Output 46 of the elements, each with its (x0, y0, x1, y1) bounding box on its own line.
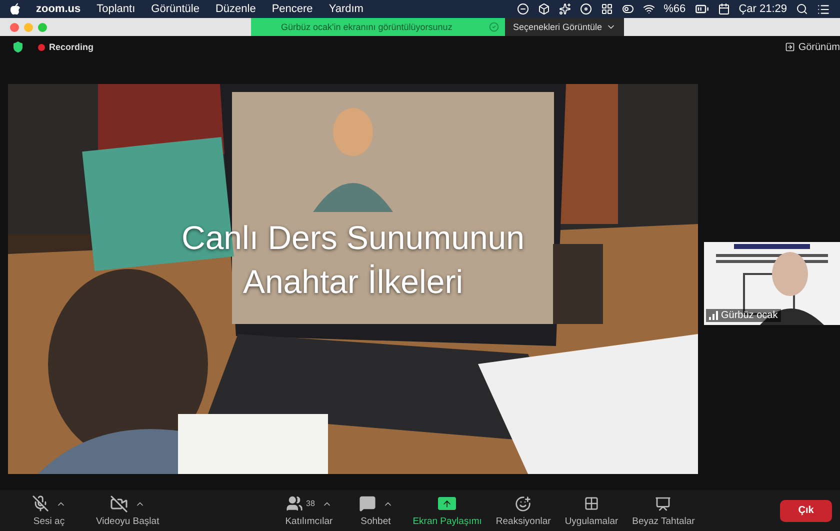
audio-button[interactable]: Sesi aç (28, 494, 70, 526)
apps-button[interactable]: Uygulamalar (560, 494, 622, 526)
status-icon[interactable] (580, 3, 592, 15)
menu-item[interactable]: Pencere (272, 3, 313, 15)
participant-count: 38 (306, 499, 315, 508)
smiley-icon (515, 496, 532, 512)
participant-name: Gürbüz ocak (706, 308, 781, 322)
circle-icon (489, 22, 499, 32)
menu-item[interactable]: Yardım (328, 3, 364, 15)
view-button[interactable]: Görünüm (785, 42, 840, 52)
share-button[interactable]: Ekran Paylaşımı (408, 494, 486, 526)
banner-text: Gürbüz ocak'in ekranını görüntülüyorsunuz (281, 22, 452, 32)
status-icon[interactable] (538, 3, 550, 15)
calendar-icon[interactable] (718, 3, 730, 15)
search-icon[interactable] (796, 3, 808, 15)
view-options-button[interactable]: Seçenekleri Görüntüle (505, 18, 624, 36)
status-icon[interactable] (558, 3, 571, 15)
whiteboard-button[interactable]: Beyaz Tahtalar (628, 494, 699, 526)
video-button[interactable]: Videoyu Başlat (92, 494, 164, 526)
share-screen-icon (438, 497, 456, 510)
status-icon[interactable] (600, 3, 613, 15)
participant-video[interactable]: Gürbüz ocak (704, 242, 840, 324)
menu-icon[interactable] (817, 2, 830, 16)
clock[interactable]: Çar 21:29 (738, 3, 787, 15)
chat-icon (358, 495, 376, 512)
apps-icon (584, 496, 599, 511)
chat-button[interactable]: Sohbet (354, 494, 397, 526)
apple-logo-icon[interactable] (10, 3, 20, 15)
battery-percent: %66 (664, 3, 686, 15)
status-icon[interactable] (622, 3, 634, 15)
reactions-button[interactable]: Reaksiyonlar (492, 494, 555, 526)
menu-item[interactable]: Düzenle (215, 3, 256, 15)
recording-indicator: Recording (38, 42, 94, 52)
status-icon[interactable] (516, 3, 529, 15)
app-menu[interactable]: zoom.us (36, 3, 81, 15)
participants-button[interactable]: 38 Katılımcılar (281, 494, 337, 526)
leave-button[interactable]: Çık (780, 500, 832, 522)
signal-icon (709, 310, 718, 320)
menu-item[interactable]: Toplantı (96, 3, 136, 15)
shield-icon (12, 41, 24, 53)
menu-item[interactable]: Görüntüle (151, 3, 200, 15)
slide-title: Anahtar İlkeleri (242, 262, 464, 302)
people-icon (286, 495, 303, 512)
view-icon (785, 42, 796, 52)
battery-icon[interactable] (694, 2, 709, 16)
whiteboard-icon (655, 496, 672, 512)
